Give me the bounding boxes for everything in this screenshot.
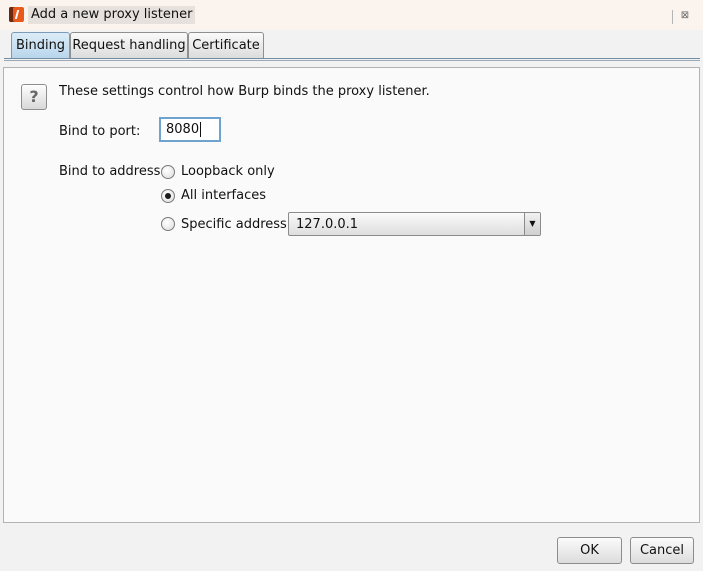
close-icon[interactable]: ⊠ [680,11,690,21]
address-label: Bind to address: [59,164,165,179]
tab-request-handling[interactable]: Request handling [70,32,188,58]
text-caret [200,122,202,137]
radio-specific-address-label[interactable]: Specific address: [181,217,291,233]
specific-address-select[interactable]: 127.0.0.1 ▼ [288,212,541,236]
help-icon[interactable]: ? [21,84,47,110]
window-title: Add a new proxy listener [28,6,196,24]
port-input[interactable]: 8080 [159,117,221,142]
tab-binding[interactable]: Binding [11,32,70,58]
binding-description: These settings control how Burp binds th… [59,84,430,99]
radio-loopback-only[interactable] [161,165,175,179]
radio-all-interfaces-label[interactable]: All interfaces [181,188,266,204]
port-value: 8080 [166,122,200,137]
specific-address-value: 127.0.0.1 [296,217,359,232]
radio-specific-address[interactable] [161,217,175,231]
tab-certificate[interactable]: Certificate [188,32,264,58]
chevron-down-icon[interactable]: ▼ [524,213,540,235]
radio-loopback-label[interactable]: Loopback only [181,164,275,180]
tab-divider-shadow [4,60,700,61]
ok-button[interactable]: OK [557,537,622,564]
title-separator [672,10,673,24]
title-bar: Add a new proxy listener ⊠ [0,0,703,30]
tab-bar: Binding Request handling Certificate [0,32,703,60]
tab-divider [4,58,700,59]
port-label: Bind to port: [59,124,141,139]
radio-all-interfaces[interactable] [161,189,175,203]
burp-suite-icon [9,7,24,22]
cancel-button[interactable]: Cancel [630,537,694,564]
